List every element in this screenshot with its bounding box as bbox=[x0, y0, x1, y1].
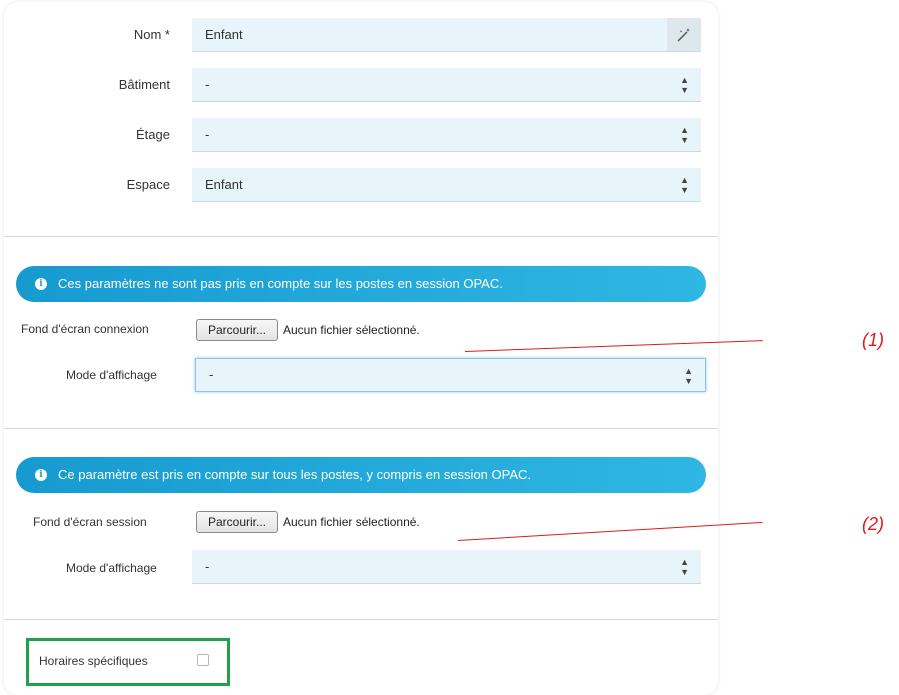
annotation-label-2: (2) bbox=[862, 514, 884, 534]
nom-value: Enfant bbox=[205, 27, 243, 42]
mode-connexion-value: - bbox=[209, 367, 214, 382]
info-icon: i bbox=[35, 469, 47, 481]
browse-session-button[interactable]: Parcourir... bbox=[196, 511, 278, 533]
fond-session-label: Fond d'écran session bbox=[33, 515, 147, 529]
nom-input[interactable]: Enfant bbox=[192, 18, 701, 52]
batiment-row: Bâtiment - ▲ ▼ bbox=[0, 68, 714, 102]
info-banner-connexion: i Ces paramètres ne sont pas pris en com… bbox=[16, 266, 706, 302]
mode-session-label: Mode d'affichage bbox=[66, 561, 157, 575]
browse-connexion-button[interactable]: Parcourir... bbox=[196, 319, 278, 341]
info-icon: i bbox=[35, 278, 47, 290]
fond-connexion-label: Fond d'écran connexion bbox=[21, 322, 149, 336]
nom-label: Nom * bbox=[133, 27, 170, 42]
banner-connexion-text: Ces paramètres ne sont pas pris en compt… bbox=[58, 276, 503, 291]
connexion-file-status: Aucun fichier sélectionné. bbox=[283, 323, 420, 337]
session-file-status: Aucun fichier sélectionné. bbox=[283, 515, 420, 529]
banner-session-text: Ce paramètre est pris en compte sur tous… bbox=[58, 467, 532, 482]
etage-label: Étage bbox=[136, 127, 170, 142]
section-divider bbox=[4, 619, 718, 620]
espace-select[interactable]: Enfant ▲ ▼ bbox=[192, 168, 701, 202]
batiment-value: - bbox=[205, 77, 210, 92]
info-banner-session: i Ce paramètre est pris en compte sur to… bbox=[16, 457, 706, 493]
magic-wand-icon[interactable] bbox=[667, 18, 701, 51]
select-arrows-icon: ▲ ▼ bbox=[684, 366, 693, 386]
espace-row: Espace Enfant ▲ ▼ bbox=[0, 168, 714, 202]
mode-session-select[interactable]: - ▲ ▼ bbox=[192, 550, 701, 584]
mode-connexion-label: Mode d'affichage bbox=[66, 368, 157, 382]
select-arrows-icon: ▲ ▼ bbox=[680, 175, 689, 195]
espace-value: Enfant bbox=[205, 177, 243, 192]
etage-value: - bbox=[205, 127, 210, 142]
nom-row: Nom * Enfant bbox=[0, 18, 714, 52]
select-arrows-icon: ▲ ▼ bbox=[680, 75, 689, 95]
etage-row: Étage - ▲ ▼ bbox=[0, 118, 714, 152]
mode-session-value: - bbox=[205, 559, 210, 574]
batiment-label: Bâtiment bbox=[118, 77, 170, 92]
form-panel bbox=[4, 2, 718, 695]
section-divider bbox=[4, 236, 718, 237]
mode-connexion-select[interactable]: - ▲ ▼ bbox=[195, 358, 706, 392]
section-divider bbox=[4, 428, 718, 429]
select-arrows-icon: ▲ ▼ bbox=[680, 125, 689, 145]
annotation-label-1: (1) bbox=[862, 330, 884, 350]
espace-label: Espace bbox=[126, 177, 170, 192]
batiment-select[interactable]: - ▲ ▼ bbox=[192, 68, 701, 102]
highlight-box bbox=[26, 638, 230, 686]
etage-select[interactable]: - ▲ ▼ bbox=[192, 118, 701, 152]
select-arrows-icon: ▲ ▼ bbox=[680, 557, 689, 577]
